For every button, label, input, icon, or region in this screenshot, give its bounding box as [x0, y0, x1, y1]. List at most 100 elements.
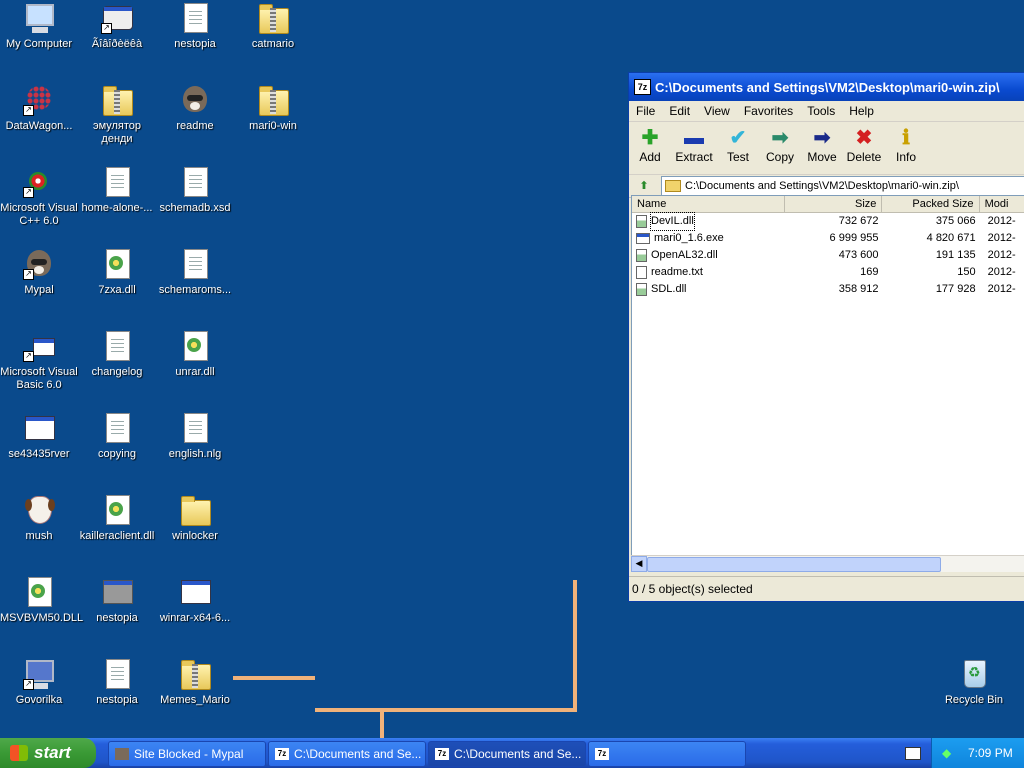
taskbar-item-mypal[interactable]: Site Blocked - Mypal	[108, 741, 266, 767]
desktop-icon-nestopia-3[interactable]: nestopia	[78, 658, 156, 707]
file-list-header: Name Size Packed Size Modi	[632, 196, 1024, 213]
desktop-icon-my-computer[interactable]: My Computer	[0, 2, 78, 51]
file-row[interactable]: mari0_1.6.exe 6 999 955 4 820 671 2012-	[632, 230, 1024, 247]
file-list[interactable]: Name Size Packed Size Modi DevIL.dll 732…	[631, 195, 1024, 569]
file-row[interactable]: SDL.dll 358 912 177 928 2012-	[632, 281, 1024, 298]
test-button[interactable]: ✔ Test	[717, 126, 759, 164]
desktop-icon-label: Recycle Bin	[944, 694, 1004, 706]
desktop-icon-govorilka[interactable]: ↗ Govorilka	[0, 658, 78, 707]
copy-button[interactable]: ➡ Copy	[759, 126, 801, 164]
info-icon: ℹ	[902, 127, 910, 149]
clock[interactable]: 7:09 PM	[968, 746, 1013, 760]
column-size[interactable]: Size	[785, 196, 883, 212]
zip-folder-icon	[101, 84, 133, 116]
move-button[interactable]: ➡ Move	[801, 126, 843, 164]
menu-edit[interactable]: Edit	[662, 104, 697, 118]
desktop-icon-winlocker[interactable]: winlocker	[156, 494, 234, 543]
desktop-icon-english-nlg[interactable]: english.nlg	[156, 412, 234, 461]
desktop-icon-govorilka-shortcut[interactable]: ↗ Ãîâîðèëêà	[78, 2, 156, 51]
desktop-icon-kailleraclient[interactable]: kailleraclient.dll	[78, 494, 156, 543]
file-packed-size: 191 135	[935, 249, 976, 261]
window-icon	[179, 576, 211, 608]
desktop-icon-label: catmario	[251, 38, 295, 50]
column-modified[interactable]: Modi	[980, 196, 1024, 212]
delete-x-icon: ✖	[855, 127, 873, 149]
desktop-icon-emulator-dendy[interactable]: эмулятор денди	[78, 84, 156, 146]
menu-file[interactable]: File	[629, 104, 662, 118]
menu-tools[interactable]: Tools	[800, 104, 842, 118]
desktop-icon-7zxa[interactable]: 7zxa.dll	[78, 248, 156, 297]
computer-icon	[23, 2, 55, 34]
desktop-icon-memes-mario[interactable]: Memes_Mario	[156, 658, 234, 707]
dll-file-icon	[636, 215, 647, 228]
extract-button[interactable]: ▬ Extract	[671, 126, 717, 164]
address-text: C:\Documents and Settings\VM2\Desktop\ma…	[685, 180, 959, 192]
network-icon[interactable]: ◆	[942, 746, 956, 760]
desktop-icon-copying[interactable]: copying	[78, 412, 156, 461]
desktop-icon-winrar[interactable]: winrar-x64-6...	[156, 576, 234, 625]
desktop-icon-schemadb[interactable]: schemadb.xsd	[156, 166, 234, 215]
orange-line	[315, 708, 577, 712]
menu-view[interactable]: View	[697, 104, 737, 118]
column-packed-size[interactable]: Packed Size	[882, 196, 980, 212]
desktop-icon-recycle-bin[interactable]: Recycle Bin	[935, 658, 1013, 707]
desktop-icon-unrar[interactable]: unrar.dll	[156, 330, 234, 379]
taskbar-item-7zip-2[interactable]: 7z C:\Documents and Se...	[428, 741, 586, 767]
desktop-icon-label: changelog	[91, 366, 143, 378]
file-modified: 2012-	[987, 232, 1016, 244]
desktop-icon-label: My Computer	[5, 38, 73, 50]
desktop-icon-datawagon[interactable]: ↗ DataWagon...	[0, 84, 78, 133]
desktop-icon-label: Memes_Mario	[160, 694, 230, 706]
desktop-icon-label: mush	[25, 530, 53, 542]
desktop-icon-se43435rver[interactable]: se43435rver	[0, 412, 78, 461]
visual-basic-icon: ↗	[23, 330, 55, 362]
archive-window[interactable]: 7z C:\Documents and Settings\VM2\Desktop…	[628, 72, 1024, 602]
orange-line	[573, 580, 577, 712]
folder-icon	[179, 494, 211, 526]
desktop-icon-msvbvm50[interactable]: MSVBVM50.DLL	[0, 576, 83, 625]
desktop-icon-readme[interactable]: readme	[156, 84, 234, 133]
desktop-icon-schemaroms[interactable]: schemaroms...	[156, 248, 234, 297]
file-row[interactable]: DevIL.dll 732 672 375 066 2012-	[632, 212, 1024, 231]
zip-folder-icon	[257, 2, 289, 34]
test-label: Test	[726, 150, 749, 164]
start-button[interactable]: start	[0, 738, 96, 768]
desktop-icon-nestopia-2[interactable]: nestopia	[78, 576, 156, 625]
desktop-icon-home-alone[interactable]: home-alone-...	[78, 166, 156, 215]
desktop-icon-catmario[interactable]: catmario	[234, 2, 312, 51]
desktop-icon-msvc[interactable]: ↗ Microsoft Visual C++ 6.0	[0, 166, 78, 228]
desktop-icon-changelog[interactable]: changelog	[78, 330, 156, 379]
window-titlebar[interactable]: 7z C:\Documents and Settings\VM2\Desktop…	[629, 73, 1024, 101]
minus-icon: ▬	[684, 127, 704, 149]
file-size: 732 672	[838, 215, 879, 227]
delete-button[interactable]: ✖ Delete	[843, 126, 885, 164]
desktop-icon-nestopia-1[interactable]: nestopia	[156, 2, 234, 51]
file-row[interactable]: OpenAL32.dll 473 600 191 135 2012-	[632, 247, 1024, 264]
address-field[interactable]: C:\Documents and Settings\VM2\Desktop\ma…	[661, 176, 1024, 196]
dll-icon	[179, 330, 211, 362]
horizontal-scrollbar[interactable]: ◀	[631, 555, 1024, 572]
dll-icon	[23, 576, 55, 608]
file-row[interactable]: readme.txt 169 150 2012-	[632, 264, 1024, 281]
taskbar-item-7zip-1[interactable]: 7z C:\Documents and Se...	[268, 741, 426, 767]
desktop-icon-mypal[interactable]: ↗ Mypal	[0, 248, 78, 297]
column-name[interactable]: Name	[632, 196, 786, 212]
desktop-icon-msvb[interactable]: ↗ Microsoft Visual Basic 6.0	[0, 330, 78, 392]
file-size: 473 600	[838, 249, 879, 261]
up-folder-icon[interactable]: ⬆	[633, 176, 655, 196]
info-button[interactable]: ℹ Info	[885, 126, 927, 164]
scroll-left-icon[interactable]: ◀	[631, 556, 647, 572]
keyboard-icon[interactable]	[905, 747, 921, 760]
desktop-icon-mari0-win[interactable]: mari0-win	[234, 84, 312, 133]
file-modified: 2012-	[987, 249, 1016, 261]
move-arrow-icon: ➡	[813, 127, 831, 149]
desktop-icon-label: nestopia	[96, 612, 138, 624]
7zip-app-icon: 7z	[634, 79, 651, 95]
desktop-icon-mush[interactable]: mush	[0, 494, 78, 543]
scroll-thumb[interactable]	[647, 557, 941, 572]
menu-help[interactable]: Help	[842, 104, 881, 118]
taskbar-item-7zip-3[interactable]: 7z	[588, 741, 746, 767]
menu-favorites[interactable]: Favorites	[737, 104, 800, 118]
windows-logo-icon	[10, 745, 28, 761]
add-button[interactable]: ✚ Add	[629, 126, 671, 164]
